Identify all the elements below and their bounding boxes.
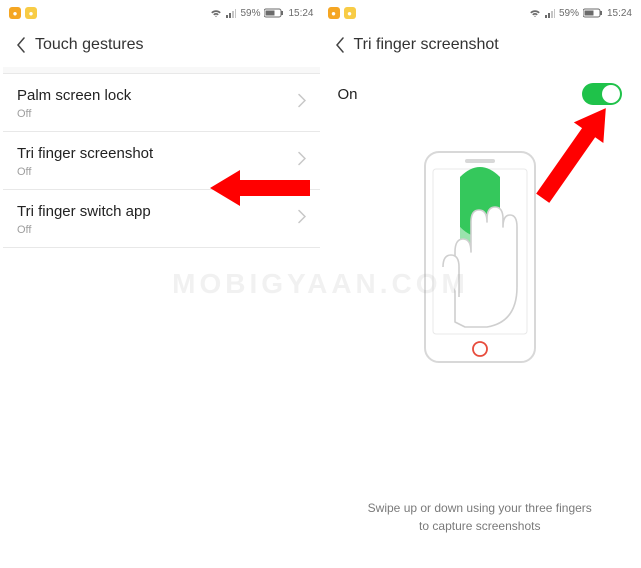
panel-touch-gestures: ● ● 59% 15:24 Touch gestures [3,3,320,565]
hint-text: Swipe up or down using your three finger… [322,499,639,535]
toggle-label: On [338,86,358,103]
panel-tri-finger-screenshot: ● ● 59% 15:24 Tri finger scr [320,3,639,565]
chevron-right-icon [298,151,306,170]
chevron-right-icon [298,93,306,112]
toggle-switch[interactable] [582,83,622,105]
header: Touch gestures [3,23,320,67]
status-bar: ● ● 59% 15:24 [3,3,320,23]
list-item-subtitle: Off [17,166,308,178]
item-palm-screen-lock[interactable]: Palm screen lock Off [3,74,320,132]
list-item-title: Tri finger switch app [17,203,308,220]
battery-icon [583,8,603,18]
wifi-icon [529,8,541,18]
page-title: Tri finger screenshot [354,36,499,54]
gesture-illustration [322,147,639,377]
battery-percent: 59% [240,8,260,19]
chevron-right-icon [298,209,306,228]
signal-icon [545,8,555,18]
toggle-row: On [322,67,639,117]
list-item-subtitle: Off [17,224,308,236]
back-icon[interactable] [13,37,29,53]
notification-badge-icon: ● [9,7,21,19]
item-tri-finger-switch-app[interactable]: Tri finger switch app Off [3,190,320,247]
wifi-icon [210,8,222,18]
battery-percent: 59% [559,8,579,19]
list-item-subtitle: Off [17,108,308,120]
item-tri-finger-screenshot[interactable]: Tri finger screenshot Off [3,132,320,190]
back-icon[interactable] [332,37,348,53]
status-bar: ● ● 59% 15:24 [322,3,639,23]
battery-icon [264,8,284,18]
notification-badge-icon: ● [25,7,37,19]
notification-badge-icon: ● [328,7,340,19]
clock: 15:24 [607,8,632,19]
header: Tri finger screenshot [322,23,639,67]
page-title: Touch gestures [35,36,144,54]
settings-list: Palm screen lock Off Tri finger screensh… [3,73,320,248]
list-item-title: Palm screen lock [17,87,308,104]
notification-badge-icon: ● [344,7,356,19]
list-item-title: Tri finger screenshot [17,145,308,162]
clock: 15:24 [288,8,313,19]
signal-icon [226,8,236,18]
